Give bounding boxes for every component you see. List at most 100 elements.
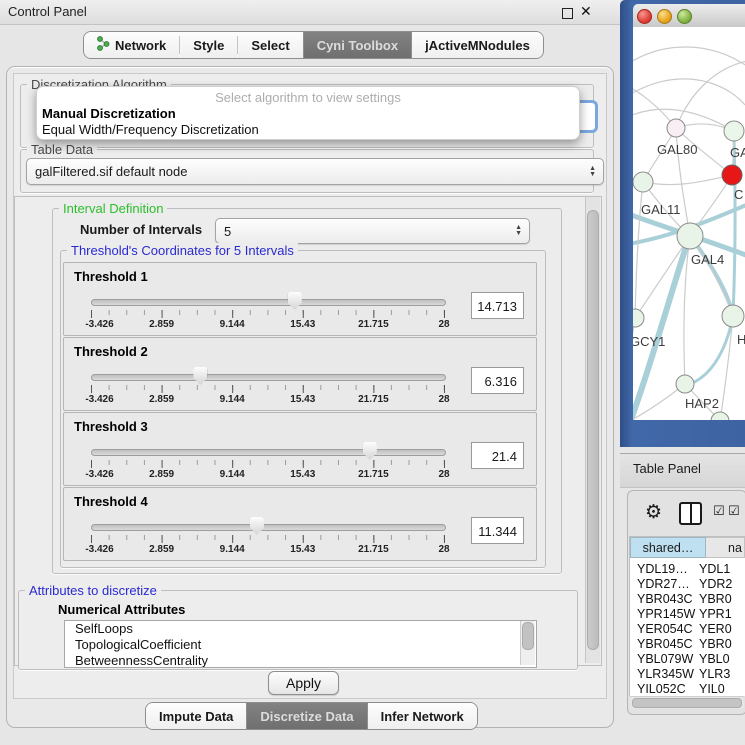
network-nodes[interactable] [633, 119, 744, 420]
table-row[interactable]: YDR27… YDR2 [630, 577, 745, 592]
tick-label: 21.715 [358, 469, 389, 480]
threshold-4-slider-track[interactable] [91, 524, 446, 531]
minimize-traffic-light-icon[interactable] [657, 9, 672, 24]
threshold-4-slider-thumb[interactable] [250, 517, 264, 535]
cell-shared-name: YIL052C [637, 682, 686, 696]
apply-button[interactable]: Apply [268, 671, 339, 695]
column-header-name[interactable]: na [706, 537, 745, 558]
threshold-2-label: Threshold 2 [74, 344, 148, 359]
table-row[interactable]: YLR345W YLR3 [630, 667, 745, 682]
table-row[interactable]: YER054C YER0 [630, 622, 745, 637]
slider-tick-labels: -3.426 2.859 9.144 15.43 21.715 28 [91, 544, 444, 556]
node-top-right[interactable] [724, 121, 744, 141]
attributes-group-title: Attributes to discretize [25, 583, 161, 598]
table-horizontal-scrollbar-thumb[interactable] [632, 698, 742, 708]
tab-style[interactable]: Style [180, 32, 237, 58]
threshold-1-value-field[interactable]: 14.713 [471, 292, 524, 319]
list-item[interactable]: SelfLoops [65, 621, 536, 637]
algorithm-option-equal-width[interactable]: Equal Width/Frequency Discretization [42, 122, 259, 137]
threshold-3-value-field[interactable]: 21.4 [471, 442, 524, 469]
table-row[interactable]: YBR045C YBR0 [630, 637, 745, 652]
close-icon[interactable]: ✕ [580, 3, 592, 20]
checkbox-icon[interactable]: ☑ [728, 503, 740, 519]
table-row[interactable]: YIL052C YIL0 [630, 682, 745, 697]
node-label: GCY1 [633, 334, 665, 349]
node-label: C [734, 187, 743, 202]
control-panel-title: Control Panel [8, 4, 87, 19]
tab-network[interactable]: Network [84, 32, 179, 58]
tab-impute-data[interactable]: Impute Data [146, 703, 246, 729]
table-row[interactable]: YBL079W YBL0 [630, 652, 745, 667]
node-bottom-partial[interactable] [711, 412, 729, 420]
network-canvas[interactable]: GAL80 GA C GAL11 GAL4 GCY1 H HAP2 [633, 27, 745, 420]
cell-shared-name: YPR145W [637, 607, 695, 621]
tick-label: 28 [438, 544, 449, 555]
tick-label: 2.859 [149, 469, 174, 480]
columns-icon[interactable] [679, 502, 702, 525]
bottom-tab-bar: Impute Data Discretize Data Infer Networ… [145, 702, 478, 730]
table-row[interactable]: YBR043C YBR0 [630, 592, 745, 607]
node-label: GA [730, 145, 745, 160]
cell-name: YDR2 [699, 577, 732, 591]
node-gal80[interactable] [667, 119, 685, 137]
node-gal4[interactable] [677, 223, 703, 249]
node-gal11[interactable] [633, 172, 653, 192]
checkbox-icon[interactable]: ☑ [713, 503, 725, 519]
node-gcy1[interactable] [633, 309, 644, 327]
numerical-attributes-list[interactable]: SelfLoops TopologicalCoefficient Between… [64, 620, 537, 668]
algorithm-placeholder-option[interactable]: Select algorithm to view settings [37, 90, 579, 105]
gear-icon[interactable]: ⚙ [645, 501, 662, 524]
cell-shared-name: YBR045C [637, 637, 693, 651]
threshold-1-slider-track[interactable] [91, 299, 446, 306]
slider-tick-labels: -3.426 2.859 9.144 15.43 21.715 28 [91, 394, 444, 406]
threshold-4-value-field[interactable]: 11.344 [471, 517, 524, 544]
tick-label: 15.43 [290, 544, 315, 555]
column-header-shared-name[interactable]: shared… [630, 537, 706, 558]
table-row[interactable]: YPR145W YPR1 [630, 607, 745, 622]
tab-impute-data-label: Impute Data [159, 709, 233, 724]
node-hap2[interactable] [676, 375, 694, 393]
tab-discretize-data[interactable]: Discretize Data [246, 703, 366, 729]
app-root: Control Panel ✕ Network Style Select [0, 0, 745, 745]
cell-shared-name: YER054C [637, 622, 693, 636]
slider-major-ticks [91, 460, 445, 468]
number-of-intervals-combobox[interactable]: 5 ▲▼ [215, 218, 530, 244]
threshold-3-slider-thumb[interactable] [363, 442, 377, 460]
node-label: GAL11 [641, 202, 681, 217]
number-of-intervals-value: 5 [224, 224, 231, 239]
threshold-2-slider-track[interactable] [91, 374, 446, 381]
algorithm-option-manual[interactable]: Manual Discretization [42, 106, 176, 121]
settings-scrollbar-thumb[interactable] [587, 210, 599, 650]
node-red-selected[interactable] [722, 165, 742, 185]
spinner-arrows-icon: ▲▼ [589, 166, 596, 178]
tab-infer-network[interactable]: Infer Network [367, 703, 477, 729]
tab-select[interactable]: Select [238, 32, 302, 58]
threshold-2-value-field[interactable]: 6.316 [471, 367, 524, 394]
table-panel-title: Table Panel [633, 461, 701, 476]
tick-label: 21.715 [358, 394, 389, 405]
close-traffic-light-icon[interactable] [637, 9, 652, 24]
threshold-2-slider-thumb[interactable] [193, 367, 207, 385]
zoom-traffic-light-icon[interactable] [677, 9, 692, 24]
slider-major-ticks [91, 310, 445, 318]
threshold-3-slider-track[interactable] [91, 449, 446, 456]
node-label: H [737, 332, 745, 347]
attributes-list-scrollbar-thumb[interactable] [522, 622, 534, 650]
tick-label: -3.426 [85, 469, 113, 480]
tick-label: 15.43 [290, 394, 315, 405]
table-data-combobox[interactable]: galFiltered.sif default node ▲▼ [26, 158, 604, 185]
tab-jactivemnodules[interactable]: jActiveMNodules [411, 32, 543, 58]
table-row[interactable]: YDL19… YDL1 [630, 562, 745, 577]
node-label: GAL4 [691, 252, 724, 267]
thresholds-group-title: Threshold's Coordinates for 5 Intervals [67, 243, 298, 258]
list-item[interactable]: BetweennessCentrality [65, 653, 536, 668]
float-window-icon[interactable] [562, 8, 573, 19]
threshold-4-label: Threshold 4 [74, 494, 148, 509]
tab-cyni-toolbox[interactable]: Cyni Toolbox [303, 32, 411, 58]
node-h[interactable] [722, 305, 744, 327]
threshold-1-slider-thumb[interactable] [288, 292, 302, 310]
network-icon [97, 36, 110, 54]
list-item[interactable]: TopologicalCoefficient [65, 637, 536, 653]
tick-label: 15.43 [290, 319, 315, 330]
cell-name: YDL1 [699, 562, 730, 576]
